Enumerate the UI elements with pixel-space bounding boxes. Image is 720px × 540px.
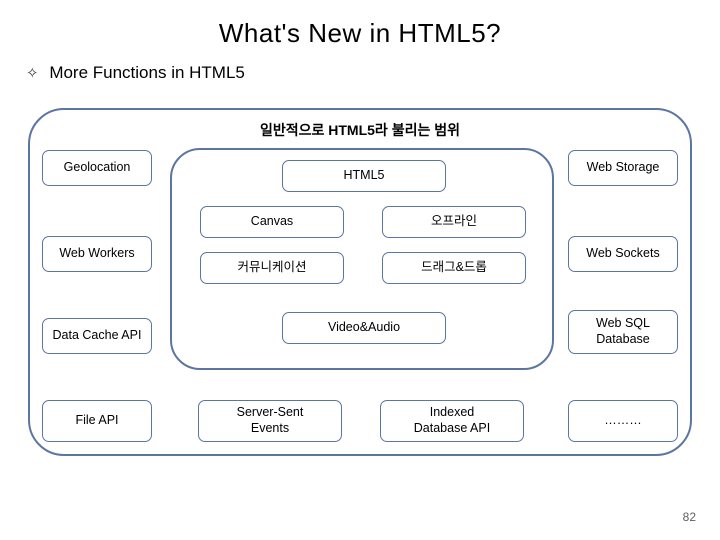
box-communication: 커뮤니케이션: [200, 252, 344, 284]
box-drag-drop: 드래그&드롭: [382, 252, 526, 284]
box-web-sockets: Web Sockets: [568, 236, 678, 272]
inner-scope-container: HTML5 Canvas 오프라인 커뮤니케이션 드래그&드롭 Video&Au…: [170, 148, 554, 370]
subheading-text: More Functions in HTML5: [49, 63, 245, 82]
box-ellipsis: ………: [568, 400, 678, 442]
box-offline: 오프라인: [382, 206, 526, 238]
box-web-storage: Web Storage: [568, 150, 678, 186]
slide-title: What's New in HTML5?: [0, 0, 720, 49]
box-data-cache-api: Data Cache API: [42, 318, 152, 354]
outer-scope-container: 일반적으로 HTML5라 불리는 범위 Geolocation Web Work…: [28, 108, 692, 456]
page-number: 82: [683, 510, 696, 524]
box-indexed-database-api: Indexed Database API: [380, 400, 524, 442]
diamond-bullet-icon: ✧: [26, 64, 39, 82]
box-geolocation: Geolocation: [42, 150, 152, 186]
box-web-workers: Web Workers: [42, 236, 152, 272]
outer-scope-label: 일반적으로 HTML5라 불리는 범위: [30, 120, 690, 140]
box-file-api: File API: [42, 400, 152, 442]
box-html5: HTML5: [282, 160, 446, 192]
box-web-sql-database: Web SQL Database: [568, 310, 678, 354]
box-canvas: Canvas: [200, 206, 344, 238]
box-server-sent-events: Server-Sent Events: [198, 400, 342, 442]
slide-subheading: ✧ More Functions in HTML5: [0, 49, 720, 83]
box-video-audio: Video&Audio: [282, 312, 446, 344]
